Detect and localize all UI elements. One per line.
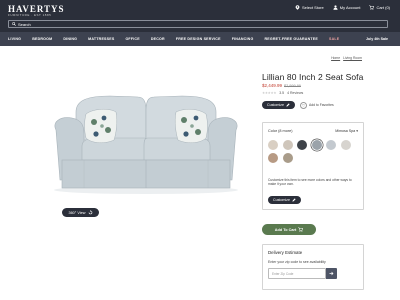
favorites-label: Add to Favorites xyxy=(308,103,334,107)
search-input[interactable] xyxy=(18,21,378,27)
view-360-button[interactable]: 360° View xyxy=(62,208,99,217)
nav-item-financing[interactable]: FINANCING xyxy=(232,37,254,41)
header-links: Select Store My Account Cart (0) xyxy=(295,5,390,10)
cart-label: Cart (0) xyxy=(376,5,390,10)
sofa-image xyxy=(54,95,238,194)
swatch-grid xyxy=(268,140,362,163)
color-swatch[interactable] xyxy=(268,140,278,150)
chevron-down-icon: ▾ xyxy=(356,129,358,133)
search-icon xyxy=(12,22,16,26)
color-swatch[interactable] xyxy=(282,140,293,150)
product-image[interactable] xyxy=(48,90,243,195)
star-rating-icon: ★★★★★ xyxy=(262,91,277,95)
nav-item-bedroom[interactable]: BEDROOM xyxy=(32,37,52,41)
product-rating[interactable]: ★★★★★ 3.5 4 Reviews xyxy=(262,91,303,95)
user-icon xyxy=(333,5,338,10)
view-360-label: 360° View xyxy=(68,210,86,215)
pencil-icon xyxy=(292,198,296,202)
delivery-estimate: Delivery Estimate Enter your zip code to… xyxy=(262,244,364,290)
zip-submit-button[interactable] xyxy=(326,268,337,279)
left-pillow xyxy=(84,109,118,143)
cart-icon xyxy=(298,227,304,232)
nav-item-office[interactable]: OFFICE xyxy=(125,37,139,41)
nav-item-design-service[interactable]: FREE DESIGN SERVICE xyxy=(176,37,221,41)
add-to-cart-label: Add To Cart xyxy=(274,227,297,232)
right-pillow xyxy=(174,109,208,143)
customize-label: Customize xyxy=(267,103,284,107)
pencil-icon xyxy=(286,103,290,107)
rating-value: 3.5 xyxy=(279,91,285,95)
main-nav: LIVING BEDROOM DINING MATTRESSES OFFICE … xyxy=(0,32,400,46)
heart-icon: ♡ xyxy=(299,101,307,109)
color-swatch[interactable] xyxy=(326,140,336,150)
delivery-title: Delivery Estimate xyxy=(268,250,303,255)
breadcrumb-home[interactable]: Home xyxy=(331,56,340,60)
select-store-label: Select Store xyxy=(301,5,324,10)
breadcrumb-living-room[interactable]: Living Room xyxy=(343,56,362,60)
color-swatch[interactable] xyxy=(282,153,293,163)
delivery-subtitle: Enter your zip code to see availability xyxy=(268,260,326,264)
sale-price: $2,449.99 xyxy=(262,83,283,88)
color-selector: Color (8 more) Mimosa Spa ▾ Customize th… xyxy=(262,122,364,210)
my-account-link[interactable]: My Account xyxy=(333,5,361,10)
color-swatch[interactable] xyxy=(297,140,307,150)
cart-icon xyxy=(369,5,375,10)
customize-button[interactable]: Customize xyxy=(262,101,295,109)
add-to-favorites-button[interactable]: ♡ Add to Favorites xyxy=(299,101,334,109)
customize-info: Customize this item to see more colors a… xyxy=(268,178,352,187)
nav-item-guarantee[interactable]: REGRET-FREE GUARANTEE xyxy=(264,37,318,41)
rotate-icon xyxy=(88,210,92,215)
original-price: $2,999.99 xyxy=(284,84,301,88)
nav-item-decor[interactable]: DECOR xyxy=(151,37,165,41)
select-store-link[interactable]: Select Store xyxy=(295,5,324,10)
search-bar[interactable] xyxy=(8,20,388,28)
nav-promo-link[interactable]: July 4th Sale xyxy=(366,37,388,41)
review-count[interactable]: 4 Reviews xyxy=(287,91,303,95)
brand-tagline: FURNITURE · EST 1885 xyxy=(8,13,52,17)
color-swatch[interactable] xyxy=(340,140,351,150)
location-pin-icon xyxy=(295,5,300,10)
product-actions: Customize ♡ Add to Favorites xyxy=(262,101,334,109)
nav-item-sale[interactable]: SALE xyxy=(329,37,339,41)
my-account-label: My Account xyxy=(339,5,361,10)
nav-item-living[interactable]: LIVING xyxy=(8,37,21,41)
nav-item-mattresses[interactable]: MATTRESSES xyxy=(88,37,114,41)
arrow-right-icon xyxy=(329,271,334,276)
top-header: HAVERTYS FURNITURE · EST 1885 Select Sto… xyxy=(0,0,400,32)
color-label: Color (8 more) xyxy=(268,129,293,133)
product-title: Lillian 80 Inch 2 Seat Sofa xyxy=(262,72,364,82)
color-swatch[interactable] xyxy=(268,153,278,163)
customize-colors-label: Customize xyxy=(273,198,290,202)
product-price: $2,449.99 $2,999.99 xyxy=(262,83,301,88)
selected-color-dropdown[interactable]: Mimosa Spa ▾ xyxy=(335,129,358,133)
selected-color-name: Mimosa Spa xyxy=(335,129,356,133)
color-swatch[interactable] xyxy=(311,140,322,150)
nav-item-dining[interactable]: DINING xyxy=(63,37,77,41)
breadcrumb: Home Living Room xyxy=(331,56,362,60)
add-to-cart-button[interactable]: Add To Cart xyxy=(262,224,316,235)
zip-code-input[interactable] xyxy=(268,268,326,279)
customize-colors-button[interactable]: Customize xyxy=(268,196,301,204)
cart-link[interactable]: Cart (0) xyxy=(369,5,390,10)
